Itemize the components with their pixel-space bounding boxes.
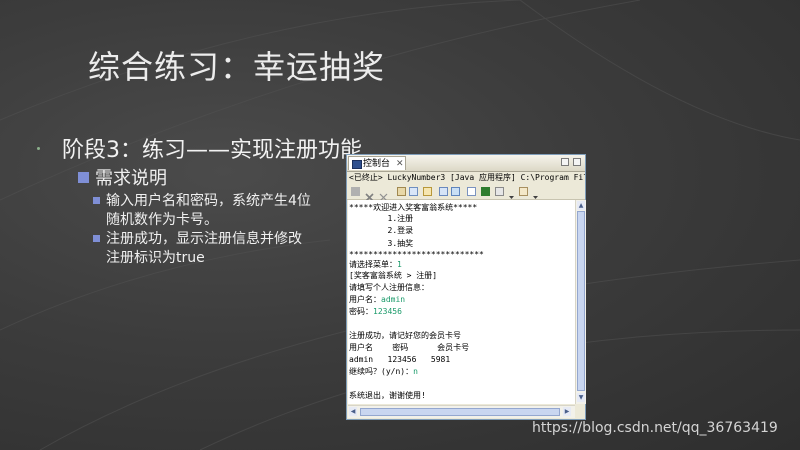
console-line-text: 3.抽奖: [349, 239, 414, 248]
presentation-slide: 综合练习：幸运抽奖 阶段3：练习——实现注册功能 需求说明 输入用户名和密码，系…: [0, 0, 800, 450]
bullet-text-line: 注册标识为true: [106, 250, 205, 266]
close-icon[interactable]: ✕: [396, 157, 404, 171]
console-line-text: 用户名：: [349, 295, 381, 304]
maximize-button[interactable]: [573, 158, 581, 166]
console-line-text: [奖客富翁系统 > 注册]: [349, 271, 438, 280]
slide-title: 综合练习：幸运抽奖: [88, 48, 386, 86]
watermark: https://blog.csdn.net/qq_36763419: [532, 420, 778, 436]
console-user-input: 123456: [373, 307, 402, 316]
chevron-down-icon[interactable]: [533, 187, 538, 199]
horizontal-scrollbar[interactable]: ◀ ▶: [348, 405, 575, 418]
console-line: 用户名 密码 会员卡号: [349, 343, 469, 353]
bullet-item: 输入用户名和密码，系统产生4位 随机数作为卡号。: [93, 192, 311, 230]
console-line-text: 1.注册: [349, 214, 414, 223]
console-user-input: admin: [381, 295, 406, 304]
console-line-text: 注册成功，请记好您的会员卡号: [349, 331, 461, 340]
show-on-output-icon[interactable]: [423, 187, 432, 196]
new-console-icon[interactable]: [519, 187, 528, 196]
scroll-left-icon[interactable]: ◀: [349, 407, 357, 416]
requirement-heading: 需求说明: [95, 168, 167, 189]
console-line: *****欢迎进入奖客富翁系统*****: [349, 203, 477, 213]
console-line: [奖客富翁系统 > 注册]: [349, 271, 437, 281]
console-line: ****************************: [349, 250, 484, 260]
console-tab-bar: 控制台 ✕: [347, 155, 585, 172]
console-line: 2.登录: [349, 226, 414, 236]
view-menu-icon[interactable]: [495, 187, 504, 196]
console-line: 1.注册: [349, 214, 414, 224]
console-user-input: 1: [397, 260, 402, 269]
remove-all-icon[interactable]: [379, 187, 388, 202]
console-line: 3.抽奖: [349, 239, 414, 249]
console-line-text: 请填写个人注册信息：: [349, 283, 429, 292]
console-line: admin 123456 5981: [349, 355, 450, 365]
terminate-icon[interactable]: [351, 187, 360, 196]
bullet-item: 注册成功，显示注册信息并修改 注册标识为true: [93, 230, 302, 268]
bullet-text-line: 输入用户名和密码，系统产生4位: [106, 193, 311, 209]
vertical-scroll-thumb[interactable]: [577, 211, 585, 391]
console-line: 密码：123456: [349, 307, 402, 317]
chevron-down-icon[interactable]: [509, 187, 514, 199]
square-bullet-icon: [93, 197, 100, 204]
scroll-right-icon[interactable]: ▶: [563, 407, 571, 416]
run-icon[interactable]: [481, 187, 490, 196]
console-toolbar: [347, 184, 585, 202]
console-line-text: 继续吗？(y/n)：: [349, 367, 414, 376]
console-icon: [352, 160, 362, 169]
square-bullet-icon: [93, 235, 100, 242]
clear-console-icon[interactable]: [409, 187, 418, 196]
scroll-up-icon[interactable]: ▲: [577, 201, 585, 210]
bullet-text-line: 注册成功，显示注册信息并修改: [106, 231, 302, 247]
console-line-text: admin 123456 5981: [349, 355, 451, 364]
console-line: 请选择菜单：1: [349, 260, 402, 270]
console-line-text: ****************************: [349, 250, 484, 259]
console-line: 注册成功，请记好您的会员卡号: [349, 331, 461, 341]
pin-console-icon[interactable]: [439, 187, 448, 196]
console-status: <已终止> LuckyNumber3 [Java 应用程序] C:\Progra…: [347, 172, 585, 184]
square-bullet-icon: [78, 172, 89, 183]
console-line-text: 请选择菜单：: [349, 260, 397, 269]
console-line-text: 用户名 密码 会员卡号: [349, 343, 470, 352]
console-line: 系统退出，谢谢使用!: [349, 391, 426, 401]
remove-launch-icon[interactable]: [365, 187, 374, 202]
console-output[interactable]: *****欢迎进入奖客富翁系统***** 1.注册 2.登录 3.抽奖 *****…: [348, 200, 575, 404]
vertical-scrollbar[interactable]: ▲ ▼: [575, 200, 586, 404]
console-line-text: 密码：: [349, 307, 373, 316]
phase-heading: 阶段3：练习——实现注册功能: [62, 138, 362, 163]
scroll-down-icon[interactable]: ▼: [577, 393, 585, 402]
console-line: 请填写个人注册信息：: [349, 283, 429, 293]
console-line: 用户名：admin: [349, 295, 405, 305]
console-line-text: *****欢迎进入奖客富翁系统*****: [349, 203, 478, 212]
console-window: 控制台 ✕ <已终止> LuckyNumber3 [Java 应用程序] C:\…: [346, 154, 586, 420]
horizontal-scroll-thumb[interactable]: [360, 408, 560, 416]
display-console-icon[interactable]: [451, 187, 460, 196]
console-line-text: 2.登录: [349, 226, 414, 235]
phase-bullet-dot: [37, 147, 40, 150]
open-console-icon[interactable]: [467, 187, 476, 196]
scroll-lock-icon[interactable]: [397, 187, 406, 196]
bullet-text-line: 随机数作为卡号。: [106, 212, 218, 228]
console-line: 继续吗？(y/n)：n: [349, 367, 418, 377]
tab-console[interactable]: 控制台 ✕: [348, 156, 406, 170]
console-user-input: n: [413, 367, 418, 376]
console-line-text: 系统退出，谢谢使用!: [349, 391, 426, 400]
requirement-heading-row: 需求说明: [78, 164, 167, 190]
tab-console-label: 控制台: [363, 159, 391, 169]
minimize-button[interactable]: [561, 158, 569, 166]
